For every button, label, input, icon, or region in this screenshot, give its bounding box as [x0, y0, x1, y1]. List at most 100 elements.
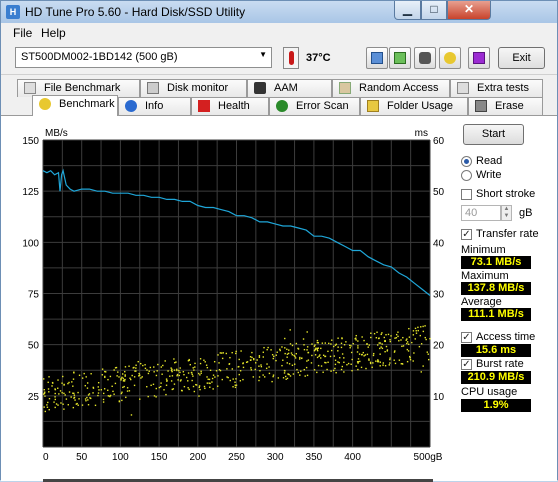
average-label: Average: [461, 296, 502, 308]
access-time-point: [231, 351, 233, 354]
access-time-point: [393, 359, 395, 361]
access-time-point: [209, 386, 211, 388]
access-time-point: [288, 363, 291, 365]
title-bar[interactable]: H HD Tune Pro 5.60 - Hard Disk/SSD Utili…: [1, 1, 557, 23]
access-time-point: [58, 393, 60, 395]
screenshot-button[interactable]: [414, 47, 436, 69]
access-time-point: [156, 370, 158, 372]
access-time-point: [373, 332, 376, 335]
copy-icon: [371, 52, 383, 64]
access-time-point: [83, 372, 85, 375]
options-button[interactable]: [439, 47, 461, 69]
access-time-point: [300, 370, 302, 372]
access-time-point: [379, 353, 381, 355]
access-time-point: [138, 372, 140, 375]
download-button[interactable]: [468, 47, 490, 69]
access-time-point: [209, 382, 211, 385]
access-time-point: [192, 367, 194, 369]
tab-random-access[interactable]: Random Access: [332, 79, 450, 97]
tab-error-scan[interactable]: Error Scan: [269, 97, 360, 115]
access-time-point: [226, 368, 228, 370]
write-radio[interactable]: Write: [461, 169, 551, 183]
access-time-point: [378, 342, 380, 344]
tab-extra-tests[interactable]: Extra tests: [450, 79, 543, 97]
access-time-point: [228, 363, 231, 365]
access-time-point: [135, 367, 137, 369]
cpu-usage-label: CPU usage: [461, 386, 518, 398]
minimize-button[interactable]: ▁: [394, 1, 421, 20]
access-time-point: [271, 380, 273, 383]
access-time-point: [318, 355, 320, 357]
access-time-point: [340, 342, 343, 345]
access-time-point: [163, 389, 165, 391]
access-time-point: [366, 343, 368, 345]
access-time-point: [362, 351, 364, 354]
tab-disk-monitor[interactable]: Disk monitor: [140, 79, 247, 97]
start-button[interactable]: Start: [463, 124, 524, 145]
y-right-tick-label: 50: [433, 187, 445, 198]
save-button[interactable]: [389, 47, 411, 69]
tab-info[interactable]: Info: [118, 97, 191, 115]
access-time-point: [208, 378, 211, 381]
read-radio[interactable]: Read: [461, 155, 551, 169]
access-time-point: [100, 389, 103, 391]
access-time-point: [286, 348, 288, 351]
access-time-point: [102, 398, 105, 401]
access-time-point: [250, 369, 253, 371]
access-time-point: [159, 385, 162, 388]
access-time-point: [306, 374, 309, 377]
access-time-point: [361, 354, 363, 356]
access-time-value: 15.6 ms: [461, 344, 531, 357]
access-time-point: [206, 366, 209, 369]
access-time-point: [409, 358, 412, 361]
drive-select[interactable]: ST500DM002-1BD142 (500 gB) ▼: [15, 47, 272, 68]
x-tick-label: 50: [76, 452, 88, 463]
copy-button[interactable]: [366, 47, 388, 69]
app-window: H HD Tune Pro 5.60 - Hard Disk/SSD Utili…: [0, 0, 558, 482]
access-time-point: [141, 376, 143, 378]
access-time-point: [387, 333, 390, 336]
access-time-point: [51, 385, 53, 387]
tab-benchmark[interactable]: Benchmark: [32, 95, 118, 116]
access-time-point: [121, 373, 124, 375]
access-time-point: [327, 350, 329, 353]
access-time-point: [268, 372, 271, 375]
x-tick-label: 100: [112, 452, 129, 463]
access-time-point: [317, 347, 320, 349]
access-time-checkbox[interactable]: ✓ Access time: [461, 331, 556, 345]
access-time-point: [147, 372, 150, 375]
tab-aam[interactable]: AAM: [247, 79, 332, 97]
access-time-point: [333, 345, 335, 348]
access-time-point: [101, 374, 104, 376]
access-time-point: [337, 361, 339, 363]
menu-file[interactable]: File: [13, 26, 32, 40]
access-time-point: [54, 396, 56, 398]
y-left-tick-label: 75: [28, 290, 40, 301]
access-time-point: [206, 382, 209, 384]
access-time-point: [284, 347, 286, 349]
short-stroke-checkbox[interactable]: Short stroke: [461, 188, 556, 202]
access-time-point: [377, 337, 380, 340]
average-value: 111.1 MB/s: [461, 308, 531, 321]
menu-help[interactable]: Help: [41, 26, 66, 40]
access-time-point: [406, 341, 409, 343]
tab-health[interactable]: Health: [191, 97, 269, 115]
exit-button[interactable]: Exit: [498, 47, 545, 69]
tab-erase[interactable]: Erase: [468, 97, 543, 115]
access-time-point: [109, 375, 112, 378]
access-time-point: [420, 326, 422, 328]
close-button[interactable]: ✕: [447, 1, 491, 20]
access-time-point: [351, 370, 353, 372]
x-tick-label: 300: [267, 452, 284, 463]
maximize-button[interactable]: □: [421, 1, 447, 20]
burst-rate-checkbox[interactable]: ✓ Burst rate: [461, 358, 556, 372]
window-title: HD Tune Pro 5.60 - Hard Disk/SSD Utility: [25, 5, 246, 19]
access-time-point: [271, 354, 274, 356]
tab-folder-usage[interactable]: Folder Usage: [360, 97, 468, 115]
access-time-point: [149, 366, 152, 369]
short-stroke-spinner[interactable]: ▲ ▼: [501, 205, 512, 221]
access-time-point: [242, 362, 244, 364]
transfer-rate-checkbox[interactable]: ✓ Transfer rate: [461, 228, 556, 242]
short-stroke-input[interactable]: 40: [461, 205, 501, 221]
access-time-point: [328, 342, 330, 345]
